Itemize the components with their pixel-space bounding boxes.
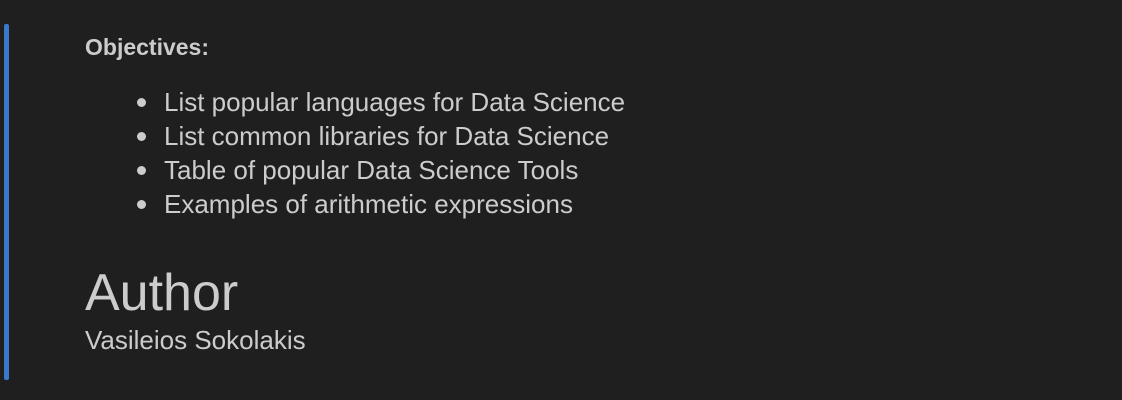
author-name: Vasileios Sokolakis [85, 325, 306, 355]
bullet-icon [137, 166, 146, 175]
list-item: List common libraries for Data Science [137, 119, 1085, 153]
markdown-rendered-content: Objectives: List popular languages for D… [85, 30, 1085, 355]
bullet-icon [137, 200, 146, 209]
bullet-icon [137, 98, 146, 107]
objectives-list: List popular languages for Data Science … [85, 85, 1085, 221]
cell-focus-indicator [4, 24, 9, 380]
list-item: Table of popular Data Science Tools [137, 153, 1085, 187]
list-item: List popular languages for Data Science [137, 85, 1085, 119]
markdown-cell[interactable]: Objectives: List popular languages for D… [0, 0, 1122, 400]
list-item-text: List common libraries for Data Science [164, 121, 610, 151]
objectives-heading: Objectives: [85, 34, 209, 60]
list-item-text: Table of popular Data Science Tools [164, 155, 579, 185]
list-item-text: List popular languages for Data Science [164, 87, 626, 117]
list-item: Examples of arithmetic expressions [137, 187, 1085, 221]
list-item-text: Examples of arithmetic expressions [164, 189, 573, 219]
author-heading: Author [85, 264, 239, 322]
bullet-icon [137, 132, 146, 141]
